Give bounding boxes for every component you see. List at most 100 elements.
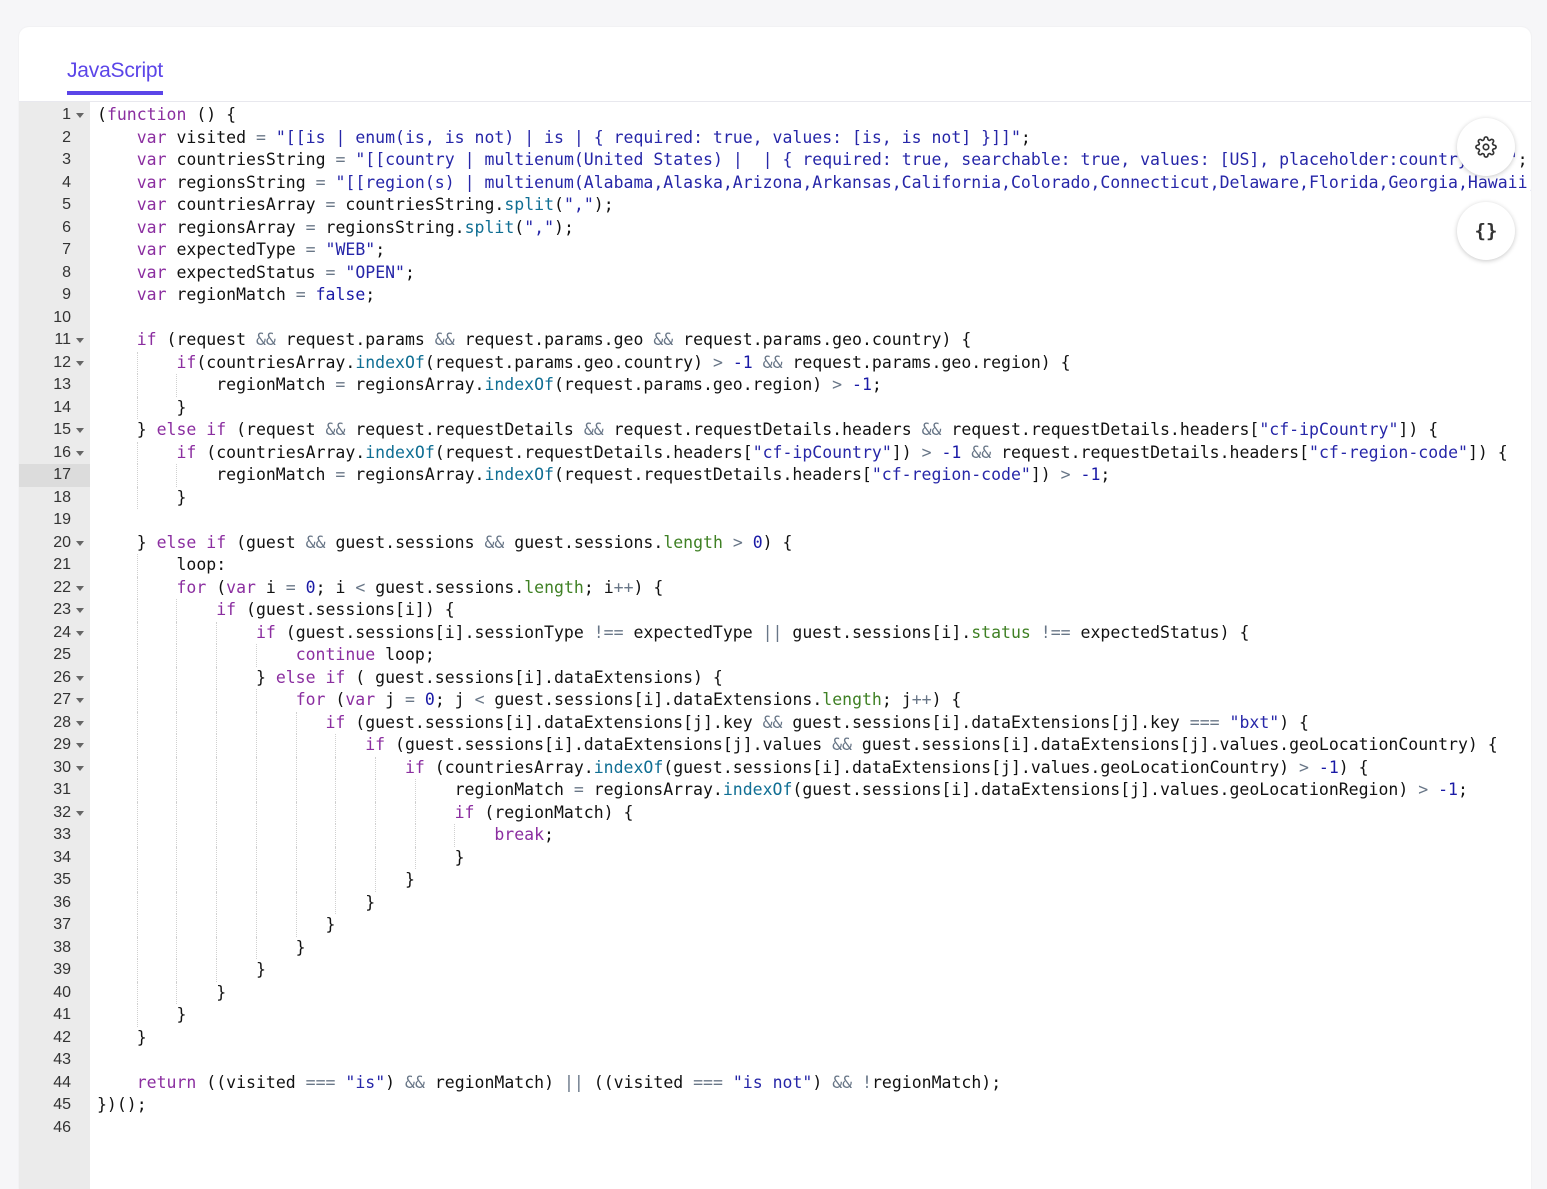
fold-toggle-icon[interactable] [76, 608, 84, 613]
code-line[interactable]: 17 regionMatch = regionsArray.indexOf(re… [19, 464, 1531, 487]
fold-toggle-icon[interactable] [76, 720, 84, 726]
code-lines[interactable]: 1 (function () { 2 var visited = "[[is | e… [19, 104, 1531, 1139]
code-line[interactable]: 15 } else if (request && request.request… [19, 419, 1531, 442]
fold-toggle-icon[interactable] [76, 630, 84, 636]
line-number-text: 5 [62, 196, 71, 213]
code-line[interactable]: 44 return ((visited === "is") && regionM… [19, 1072, 1531, 1095]
fold-toggle-icon[interactable] [76, 810, 84, 816]
code-text: } [97, 1005, 187, 1024]
code-line[interactable]: 28 if (guest.sessions[i].dataExtensions[… [19, 711, 1531, 734]
code-line[interactable]: 43 [19, 1049, 1531, 1072]
line-number-text: 35 [53, 871, 71, 888]
code-line[interactable]: 33 break; [19, 824, 1531, 847]
code-line[interactable]: 41 } [19, 1004, 1531, 1027]
code-line[interactable]: 4 var regionsString = "[[region(s) | mul… [19, 172, 1531, 195]
line-number-text: 23 [53, 601, 71, 618]
code-line[interactable]: 1 (function () { [19, 104, 1531, 127]
code-line[interactable]: 29 if (guest.sessions[i].dataExtensions[… [19, 734, 1531, 757]
code-line[interactable]: 14 } [19, 396, 1531, 420]
code-text: } [97, 937, 306, 957]
code-line[interactable]: 8 var expectedStatus = "OPEN"; [19, 262, 1531, 285]
fold-toggle-icon[interactable] [76, 540, 84, 546]
fold-toggle-icon[interactable] [76, 743, 84, 748]
line-number-text: 1 [62, 106, 71, 123]
code-line[interactable]: 38 } [19, 936, 1531, 960]
code-line[interactable]: 19 [19, 509, 1531, 532]
fold-toggle-icon[interactable] [76, 360, 84, 366]
code-text: if (guest.sessions[i].sessionType !== ex… [255, 622, 1250, 642]
line-number: 37 [19, 914, 90, 937]
code-text: if (countriesArray.indexOf(guest.session… [404, 757, 1369, 777]
code-line[interactable]: 25 continue loop; [19, 644, 1531, 667]
code-line[interactable]: 40 } [19, 981, 1531, 1004]
line-number: 23 [19, 599, 90, 622]
code-line[interactable]: 26 } else if ( guest.sessions[i].dataExt… [19, 666, 1531, 689]
line-number: 27 [19, 689, 90, 712]
code-text: if(countriesArray.indexOf(request.params… [176, 352, 1071, 372]
code-line[interactable]: 12 if(countriesArray.indexOf(request.par… [19, 351, 1531, 374]
code-text: var countriesString = "[[country | multi… [136, 150, 1528, 169]
line-number: 17 [19, 464, 90, 487]
fold-toggle-icon[interactable] [76, 428, 84, 433]
code-line[interactable]: 18 } [19, 486, 1531, 509]
code-editor-card: JavaScript 1 (function () { 2 var visited … [19, 27, 1531, 1189]
code-line[interactable]: 32 if (regionMatch) { [19, 801, 1531, 824]
line-number-text: 30 [53, 758, 71, 776]
code-line[interactable]: 23 if (guest.sessions[i]) { [19, 599, 1531, 622]
line-number: 15 [19, 419, 90, 442]
code-line[interactable]: 10 [19, 307, 1531, 330]
code-line[interactable]: 34 } [19, 846, 1531, 869]
code-line[interactable]: 20 } else if (guest && guest.sessions &&… [19, 532, 1531, 555]
code-line[interactable]: 30 if (countriesArray.indexOf(guest.sess… [19, 756, 1531, 779]
fold-toggle-icon[interactable] [76, 698, 84, 703]
code-line[interactable]: 31 regionMatch = regionsArray.indexOf(gu… [19, 779, 1531, 802]
code-line[interactable]: 6 var regionsArray = regionsString.split… [19, 217, 1531, 240]
code-editor[interactable]: 1 (function () { 2 var visited = "[[is | e… [19, 102, 1531, 1189]
code-text: } [97, 397, 187, 417]
code-text: var regionMatch = false; [136, 285, 376, 304]
code-line[interactable]: 46 [19, 1117, 1531, 1140]
code-line[interactable]: 2 var visited = "[[is | enum(is, is not)… [19, 127, 1531, 150]
code-line[interactable]: 7 var expectedType = "WEB"; [19, 239, 1531, 262]
line-number: 29 [19, 734, 90, 757]
code-text: } [97, 982, 227, 1002]
code-text: (function () { [97, 105, 237, 124]
line-number: 36 [19, 892, 90, 915]
tab-javascript[interactable]: JavaScript [67, 59, 163, 95]
line-number: 43 [19, 1049, 90, 1072]
line-number-text: 36 [53, 893, 71, 911]
code-line[interactable]: 3 var countriesString = "[[country | mul… [19, 149, 1531, 172]
line-number-text: 15 [53, 421, 71, 438]
code-line[interactable]: 35 } [19, 869, 1531, 892]
line-number-text: 13 [53, 376, 71, 393]
code-text: return ((visited === "is") && regionMatc… [136, 1072, 1002, 1092]
code-line[interactable]: 5 var countriesArray = countriesString.s… [19, 194, 1531, 217]
code-line[interactable]: 13 regionMatch = regionsArray.indexOf(re… [19, 374, 1531, 397]
code-text: } [97, 1027, 147, 1047]
code-line[interactable]: 36 } [19, 891, 1531, 915]
code-line[interactable]: 16 if (countriesArray.indexOf(request.re… [19, 441, 1531, 464]
code-line[interactable]: 9 var regionMatch = false; [19, 284, 1531, 307]
code-line[interactable]: 22 for (var i = 0; i < guest.sessions.le… [19, 576, 1531, 600]
code-line[interactable]: 24 if (guest.sessions[i].sessionType !==… [19, 621, 1531, 644]
code-line[interactable]: 42 } [19, 1027, 1531, 1050]
fold-toggle-icon[interactable] [76, 338, 84, 343]
code-line[interactable]: 37 } [19, 914, 1531, 937]
code-line[interactable]: 27 for (var j = 0; j < guest.sessions[i]… [19, 689, 1531, 712]
line-number: 38 [19, 937, 90, 960]
code-line[interactable]: 45})(); [19, 1094, 1531, 1117]
line-number-text: 39 [53, 961, 71, 978]
code-line[interactable]: 11 if (request && request.params && requ… [19, 329, 1531, 352]
fold-toggle-icon[interactable] [76, 585, 84, 591]
line-number: 14 [19, 397, 90, 420]
fold-toggle-icon[interactable] [76, 113, 84, 118]
fold-toggle-icon[interactable] [76, 675, 84, 681]
code-line[interactable]: 39 } [19, 959, 1531, 982]
code-text: regionMatch = regionsArray.indexOf(reque… [97, 465, 1111, 484]
line-number: 22 [19, 577, 90, 600]
fold-toggle-icon[interactable] [76, 450, 84, 456]
settings-button[interactable] [1457, 118, 1515, 176]
code-line[interactable]: 21 loop: [19, 554, 1531, 577]
format-code-button[interactable]: {} [1457, 202, 1515, 260]
fold-toggle-icon[interactable] [76, 765, 84, 771]
